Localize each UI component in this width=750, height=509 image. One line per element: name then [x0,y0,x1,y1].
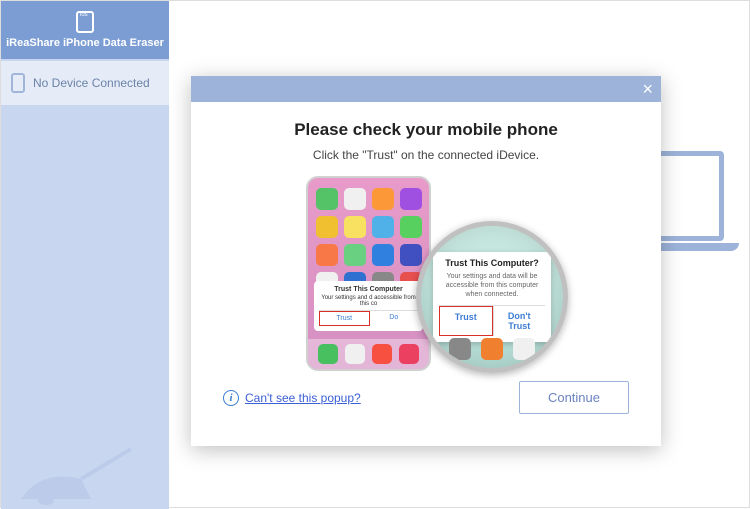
help-link[interactable]: i Can't see this popup? [223,390,361,406]
modal-close-button[interactable]: × [642,80,653,98]
dock-icon [449,338,471,360]
magnified-trust-popup: Trust This Computer? Your settings and d… [433,252,551,342]
continue-button[interactable]: Continue [519,381,629,414]
modal-body: Please check your mobile phone Click the… [191,102,661,446]
app-icon [400,216,422,238]
app-icon [400,244,422,266]
app-icon [344,244,366,266]
app-header: iReaShare iPhone Data Eraser [1,1,169,59]
app-title: iReaShare iPhone Data Eraser [6,37,164,49]
modal-footer: i Can't see this popup? Continue [219,381,633,414]
app-icon [344,216,366,238]
device-status-row: No Device Connected [1,61,169,105]
dock-icon [372,344,392,364]
app-icon [372,188,394,210]
app-icon [316,216,338,238]
dock-icon [318,344,338,364]
phone-graphic: Trust This Computer Your settings and d … [306,176,431,371]
trust-popup-title: Trust This Computer? [439,258,545,268]
sidebar: iReaShare iPhone Data Eraser No Device C… [1,1,169,509]
info-icon: i [223,390,239,406]
trust-modal: × Please check your mobile phone Click t… [191,76,661,446]
app-logo-icon [76,11,94,33]
app-icon [316,244,338,266]
dock-icon [513,338,535,360]
dock-icon [481,338,503,360]
dock-icon [345,344,365,364]
trust-button: Trust [439,306,493,336]
app-icon [372,216,394,238]
decoration-broom-icon [1,439,169,509]
app-icon [372,244,394,266]
app-icon [400,188,422,210]
trust-illustration: Trust This Computer Your settings and d … [276,176,576,371]
modal-subtitle: Click the "Trust" on the connected iDevi… [313,148,539,162]
phone-trust-popup: Trust This Computer Your settings and d … [314,281,423,331]
app-icon [344,188,366,210]
modal-header: × [191,76,661,102]
help-link-text[interactable]: Can't see this popup? [245,391,361,405]
dock-icon [399,344,419,364]
phone-icon [11,73,25,93]
trust-popup-text: Your settings and data will be accessibl… [439,272,545,299]
device-status-text: No Device Connected [33,76,150,90]
app-icon [316,188,338,210]
modal-title: Please check your mobile phone [294,120,558,140]
magnifier-graphic: Trust This Computer? Your settings and d… [416,221,568,373]
dont-trust-button: Don't Trust [493,306,546,336]
